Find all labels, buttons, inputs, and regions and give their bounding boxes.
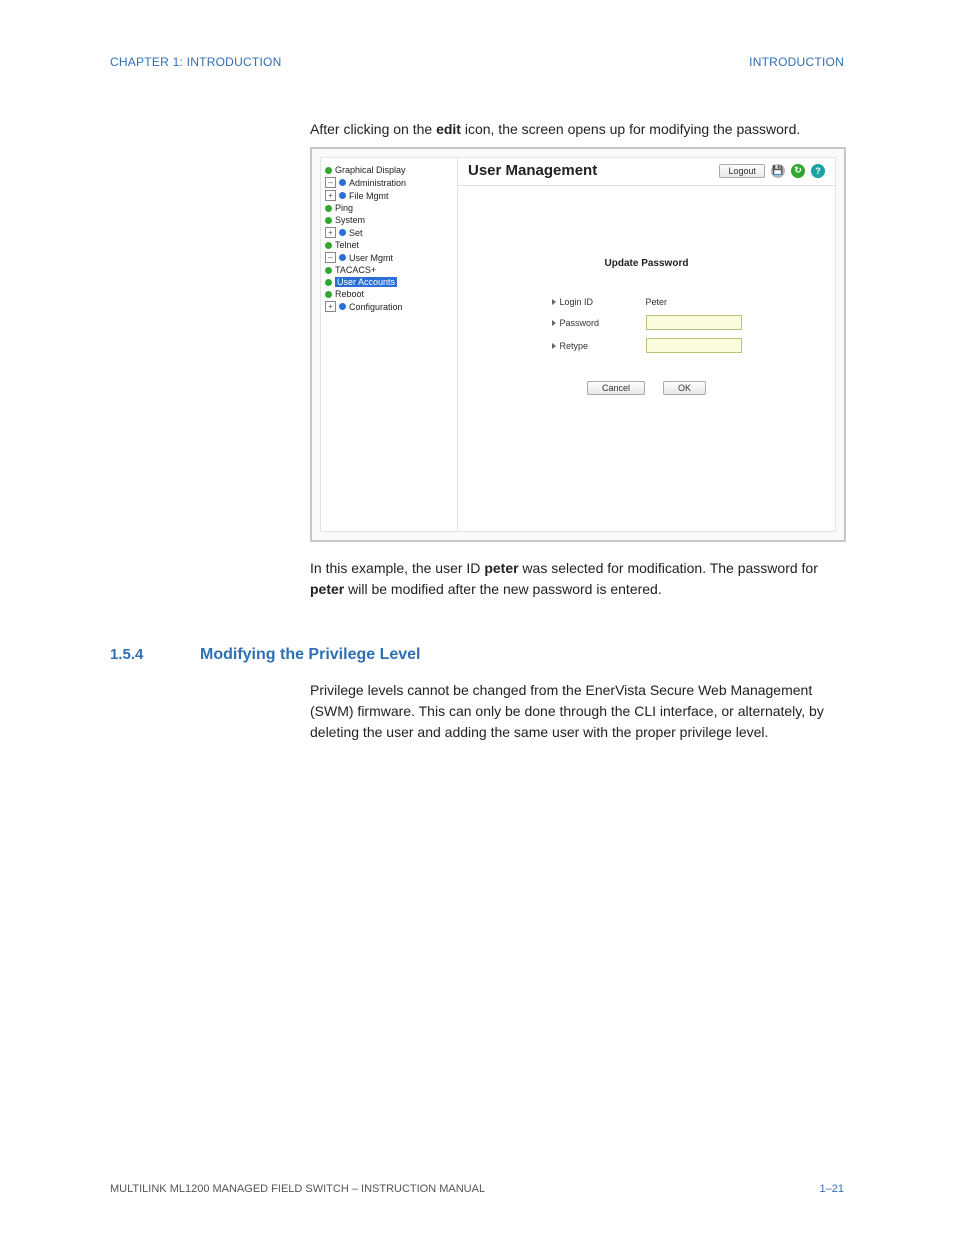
label-text: Retype: [560, 341, 589, 351]
nav-label: Administration: [349, 178, 406, 188]
bullet-icon: [339, 254, 346, 261]
bullet-icon: [339, 303, 346, 310]
app-window: Graphical Display – Administration + File …: [320, 157, 836, 532]
nav-label: Reboot: [335, 289, 364, 299]
text-bold: peter: [310, 581, 344, 597]
nav-item-graphical-display[interactable]: Graphical Display: [325, 164, 453, 176]
content-pane: User Management Logout 💾 ↻ ? Update Pass…: [458, 158, 835, 531]
collapse-icon[interactable]: –: [325, 252, 336, 263]
nav-item-set[interactable]: + Set: [325, 226, 453, 239]
pane-header-actions: Logout 💾 ↻ ?: [719, 164, 825, 178]
nav-label: Configuration: [349, 302, 403, 312]
text: icon, the screen opens up for modifying …: [461, 121, 800, 137]
nav-item-administration[interactable]: – Administration: [325, 176, 453, 189]
paragraph-privilege: Privilege levels cannot be changed from …: [310, 680, 844, 743]
nav-item-ping[interactable]: Ping: [325, 202, 453, 214]
triangle-icon: [552, 299, 556, 305]
bullet-icon: [325, 167, 332, 174]
text-bold: peter: [484, 560, 518, 576]
pane-header: User Management Logout 💾 ↻ ?: [458, 158, 835, 186]
triangle-icon: [552, 343, 556, 349]
section-number: 1.5.4: [110, 646, 200, 663]
nav-item-tacacs[interactable]: TACACS+: [325, 264, 453, 276]
embedded-screenshot: Graphical Display – Administration + File …: [310, 147, 846, 542]
text: was selected for modification. The passw…: [519, 560, 818, 576]
password-input[interactable]: [646, 315, 742, 330]
paragraph-example: In this example, the user ID peter was s…: [310, 558, 844, 600]
nav-label: File Mgmt: [349, 191, 389, 201]
intro-paragraph: After clicking on the edit icon, the scr…: [310, 119, 844, 139]
triangle-icon: [552, 320, 556, 326]
bullet-icon: [339, 229, 346, 236]
retype-label: Retype: [552, 341, 632, 351]
section-heading: 1.5.4 Modifying the Privilege Level: [110, 646, 844, 664]
nav-item-user-mgmt[interactable]: – User Mgmt: [325, 251, 453, 264]
nav-label: TACACS+: [335, 265, 376, 275]
nav-label: User Mgmt: [349, 253, 393, 263]
page-footer: MULTILINK ML1200 MANAGED FIELD SWITCH – …: [110, 1183, 844, 1195]
form-row-password: Password: [458, 315, 835, 330]
pane-title: User Management: [468, 162, 597, 179]
form-buttons: Cancel OK: [458, 381, 835, 395]
form-title: Update Password: [458, 258, 835, 269]
nav-label: Telnet: [335, 240, 359, 250]
nav-label: Graphical Display: [335, 165, 406, 175]
expand-icon[interactable]: +: [325, 190, 336, 201]
nav-item-reboot[interactable]: Reboot: [325, 288, 453, 300]
form-row-login: Login ID Peter: [458, 297, 835, 307]
nav-label: Ping: [335, 203, 353, 213]
text-bold: edit: [436, 121, 461, 137]
logout-button[interactable]: Logout: [719, 164, 765, 178]
running-header: CHAPTER 1: INTRODUCTION INTRODUCTION: [110, 55, 844, 69]
nav-label: System: [335, 215, 365, 225]
footer-left: MULTILINK ML1200 MANAGED FIELD SWITCH – …: [110, 1183, 485, 1195]
label-text: Password: [560, 318, 600, 328]
nav-item-system[interactable]: System: [325, 214, 453, 226]
bullet-icon: [325, 291, 332, 298]
bullet-icon: [339, 179, 346, 186]
bullet-icon: [325, 217, 332, 224]
nav-item-user-accounts[interactable]: User Accounts: [325, 276, 453, 288]
collapse-icon[interactable]: –: [325, 177, 336, 188]
header-left: CHAPTER 1: INTRODUCTION: [110, 55, 282, 69]
nav-label-selected: User Accounts: [335, 277, 397, 287]
document-page: CHAPTER 1: INTRODUCTION INTRODUCTION Aft…: [0, 0, 954, 1235]
bullet-icon: [325, 267, 332, 274]
expand-icon[interactable]: +: [325, 227, 336, 238]
login-id-value: Peter: [646, 297, 742, 307]
form-row-retype: Retype: [458, 338, 835, 353]
ok-button[interactable]: OK: [663, 381, 706, 395]
refresh-icon[interactable]: ↻: [791, 164, 805, 178]
nav-label: Set: [349, 228, 363, 238]
bullet-icon: [339, 192, 346, 199]
label-text: Login ID: [560, 297, 594, 307]
section-title: Modifying the Privilege Level: [200, 646, 421, 664]
text: will be modified after the new password …: [344, 581, 662, 597]
save-icon[interactable]: 💾: [771, 164, 785, 178]
bullet-icon: [325, 242, 332, 249]
cancel-button[interactable]: Cancel: [587, 381, 645, 395]
page-number: 1–21: [820, 1183, 844, 1195]
expand-icon[interactable]: +: [325, 301, 336, 312]
text: In this example, the user ID: [310, 560, 484, 576]
bullet-icon: [325, 205, 332, 212]
retype-input[interactable]: [646, 338, 742, 353]
help-icon[interactable]: ?: [811, 164, 825, 178]
nav-item-configuration[interactable]: + Configuration: [325, 300, 453, 313]
login-id-label: Login ID: [552, 297, 632, 307]
nav-item-file-mgmt[interactable]: + File Mgmt: [325, 189, 453, 202]
nav-item-telnet[interactable]: Telnet: [325, 239, 453, 251]
header-right: INTRODUCTION: [749, 55, 844, 69]
update-password-form: Update Password Login ID Peter Password …: [458, 258, 835, 395]
nav-tree: Graphical Display – Administration + File …: [321, 158, 458, 531]
password-label: Password: [552, 318, 632, 328]
bullet-icon: [325, 279, 332, 286]
text: After clicking on the: [310, 121, 436, 137]
